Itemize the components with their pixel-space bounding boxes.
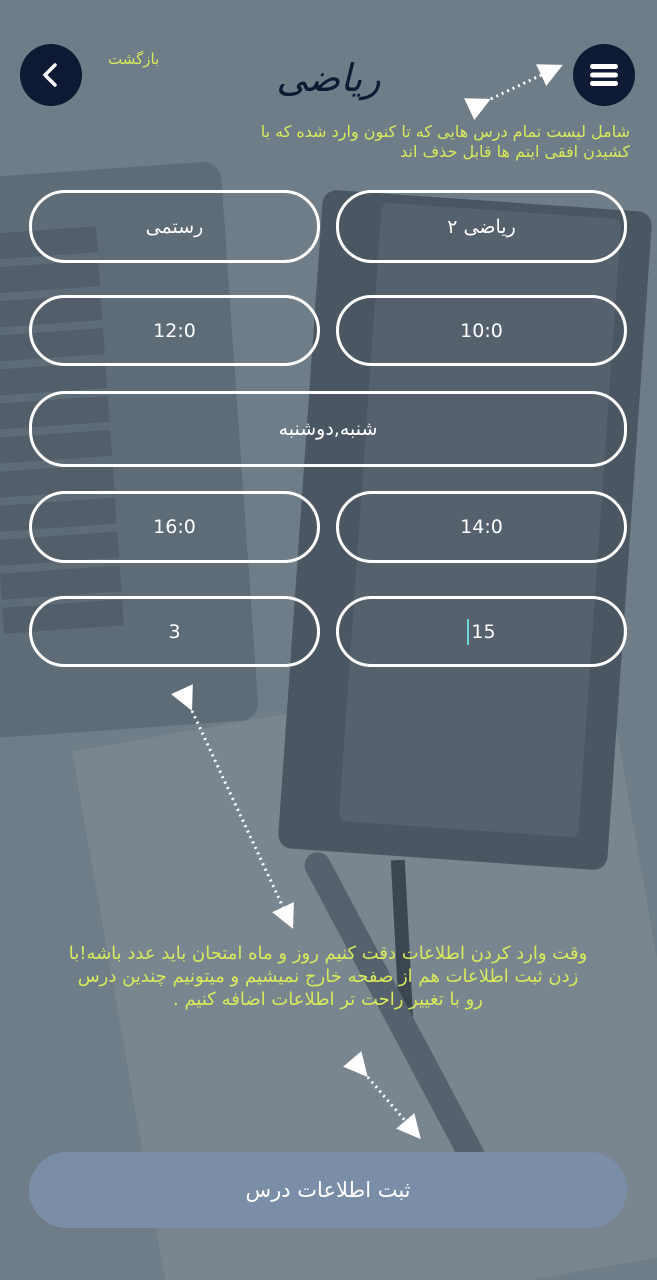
annotation-arrows (171, 64, 563, 1140)
annotation-arrow-middle (171, 684, 294, 929)
annotation-arrow-top (464, 64, 563, 120)
annotation-arrow-bottom (343, 1051, 421, 1140)
